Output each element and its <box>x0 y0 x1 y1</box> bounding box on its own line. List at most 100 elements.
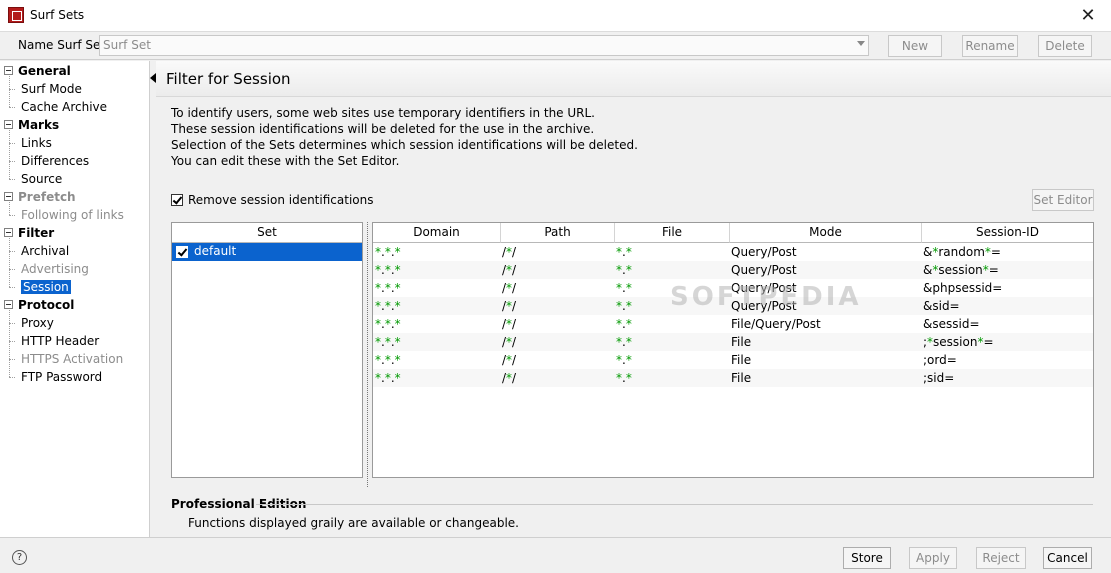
tree-connector <box>9 215 15 216</box>
pattern-segment: &phpsessid= <box>923 281 1003 295</box>
tree-item-surf-mode[interactable]: Surf Mode <box>21 80 82 98</box>
domain-cell: *.*.* <box>375 315 401 333</box>
table-row[interactable]: *.*.* /*/ *.* File/Query/Post &sessid= <box>373 315 1093 333</box>
description-line: To identify users, some web sites use te… <box>171 106 595 120</box>
domain-cell: *.*.* <box>375 279 401 297</box>
remove-session-label[interactable]: Remove session identifications <box>188 193 373 207</box>
tree-group-general[interactable]: General <box>18 62 71 80</box>
collapse-toggle-icon[interactable] <box>4 120 13 129</box>
settings-tree: General Surf Mode Cache Archive Marks Links D… <box>0 61 150 537</box>
pattern-segment: * <box>625 281 632 295</box>
mode-cell: File <box>731 353 752 367</box>
mode-cell: File/Query/Post <box>731 317 821 331</box>
tree-connector <box>9 287 15 288</box>
set-row-default[interactable]: default <box>172 243 362 261</box>
tree-item-label: Cache Archive <box>21 100 108 114</box>
set-column-header[interactable]: Set <box>172 223 362 243</box>
session-id-cell: &sid= <box>923 297 960 315</box>
apply-button[interactable]: Apply <box>909 547 957 569</box>
domain-cell: *.*.* <box>375 369 401 387</box>
tree-item-label: Advertising <box>21 262 89 276</box>
cancel-button[interactable]: Cancel <box>1043 547 1092 569</box>
path-cell: /*/ <box>502 279 516 297</box>
watermark: SOFTPEDIA <box>670 282 862 312</box>
file-cell: *.* <box>616 369 632 387</box>
close-icon[interactable]: ✕ <box>1065 0 1111 31</box>
tree-item-label: Surf Mode <box>21 82 82 96</box>
tree-item-http-header[interactable]: HTTP Header <box>21 332 99 350</box>
tree-item-https-activation[interactable]: HTTPS Activation <box>21 350 123 368</box>
tree-item-ftp-password[interactable]: FTP Password <box>21 368 102 386</box>
pattern-segment: / <box>512 317 517 331</box>
tree-item-following-of-links[interactable]: Following of links <box>21 206 124 224</box>
pattern-segment: ;ord= <box>923 353 957 367</box>
reject-button[interactable]: Reject <box>976 547 1026 569</box>
dialog-footer: ? Store Apply Reject Cancel <box>0 537 1111 573</box>
table-row[interactable]: *.*.* /*/ *.* File ;sid= <box>373 369 1093 387</box>
pattern-segment: / <box>512 371 517 385</box>
tree-item-differences[interactable]: Differences <box>21 152 89 170</box>
tree-item-source[interactable]: Source <box>21 170 62 188</box>
set-name: default <box>194 244 237 258</box>
pattern-segment: & <box>923 245 933 259</box>
domain-cell: *.*.* <box>375 243 401 261</box>
store-button[interactable]: Store <box>843 547 891 569</box>
domain-column-header[interactable]: Domain <box>373 223 501 243</box>
pattern-segment: * <box>625 353 632 367</box>
tree-connector <box>9 202 10 215</box>
new-button[interactable]: New <box>888 35 942 57</box>
tree-item-label: FTP Password <box>21 370 103 384</box>
collapse-toggle-icon[interactable] <box>4 300 13 309</box>
rename-button[interactable]: Rename <box>962 35 1018 57</box>
tree-item-archival[interactable]: Archival <box>21 242 69 260</box>
pattern-segment: / <box>512 353 517 367</box>
table-row[interactable]: *.*.* /*/ *.* File ;ord= <box>373 351 1093 369</box>
description-line: Selection of the Sets determines which s… <box>171 138 638 152</box>
table-row[interactable]: *.*.* /*/ *.* File ;*session*= <box>373 333 1093 351</box>
collapse-toggle-icon[interactable] <box>4 192 13 201</box>
path-column-header[interactable]: Path <box>501 223 615 243</box>
tree-item-proxy[interactable]: Proxy <box>21 314 54 332</box>
pattern-segment: / <box>512 335 517 349</box>
tree-group-protocol[interactable]: Protocol <box>18 296 74 314</box>
panel-splitter[interactable] <box>367 222 368 487</box>
mode-column-header[interactable]: Mode <box>730 223 922 243</box>
help-icon[interactable]: ? <box>12 550 27 565</box>
session-id-column-header[interactable]: Session-ID <box>922 223 1093 243</box>
tree-item-cache-archive[interactable]: Cache Archive <box>21 98 107 116</box>
delete-button[interactable]: Delete <box>1038 35 1092 57</box>
table-row[interactable]: *.*.*/*/*.* Query/Post &*random*= <box>373 243 1093 261</box>
collapse-toggle-icon[interactable] <box>4 66 13 75</box>
tree-group-prefetch[interactable]: Prefetch <box>18 188 76 206</box>
surf-set-bar: Name Surf Set: Surf Set New Rename Delet… <box>0 32 1111 60</box>
pattern-segment: &sid= <box>923 299 960 313</box>
table-row[interactable]: *.*.*/*/*.* Query/Post &*session*= <box>373 261 1093 279</box>
tree-group-filter[interactable]: Filter <box>18 224 54 242</box>
collapse-toggle-icon[interactable] <box>4 228 13 237</box>
file-cell: *.* <box>616 297 632 315</box>
pattern-segment: = <box>990 245 1001 259</box>
pattern-segment: * <box>625 245 632 259</box>
tree-group-marks[interactable]: Marks <box>18 116 59 134</box>
content-panel: Filter for Session To identify users, so… <box>156 61 1111 537</box>
tree-item-label: Proxy <box>21 316 54 330</box>
session-rules-table: Domain Path File Mode Session-ID *.*.*/*… <box>372 222 1094 478</box>
file-cell: *.* <box>616 243 632 261</box>
mode-cell: File <box>731 371 752 385</box>
set-default-checkbox[interactable] <box>176 246 188 258</box>
set-editor-button[interactable]: Set Editor <box>1032 189 1094 211</box>
pattern-segment: = <box>988 263 999 277</box>
session-id-cell: &*random*= <box>923 243 1001 261</box>
surf-set-combo[interactable]: Surf Set <box>99 35 869 56</box>
pattern-segment: * <box>394 317 401 331</box>
tree-item-advertising[interactable]: Advertising <box>21 260 89 278</box>
mode-cell: Query/Post <box>731 245 797 259</box>
file-cell: *.* <box>616 279 632 297</box>
tree-item-session[interactable]: Session <box>21 278 71 296</box>
chevron-down-icon[interactable] <box>857 41 865 46</box>
pattern-segment: session <box>938 263 983 277</box>
tree-item-label: Archival <box>21 244 70 258</box>
file-column-header[interactable]: File <box>615 223 730 243</box>
tree-item-links[interactable]: Links <box>21 134 52 152</box>
remove-session-checkbox[interactable] <box>171 194 183 206</box>
